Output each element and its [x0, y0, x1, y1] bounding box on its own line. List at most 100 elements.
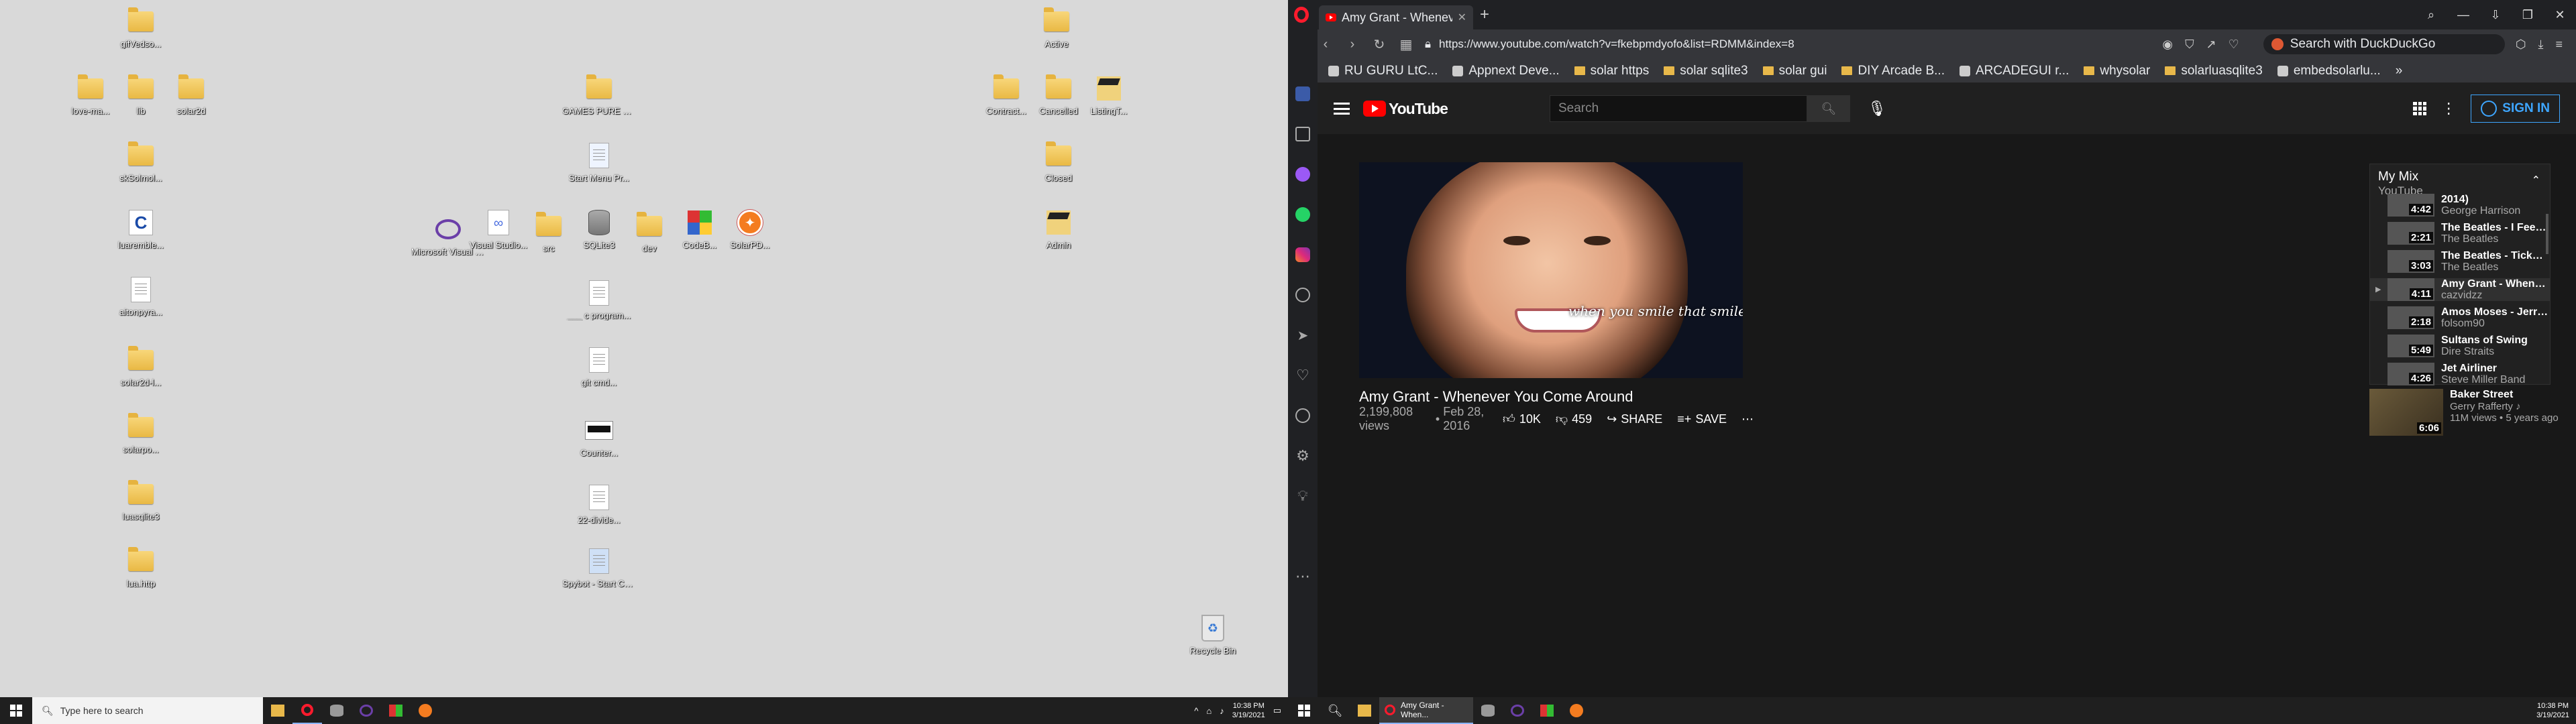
bookmark-item[interactable]: whysolar [2084, 64, 2150, 78]
video-player[interactable]: when you smile that smile [1359, 162, 1743, 378]
chevron-up-icon[interactable]: ⌃ [2532, 174, 2540, 187]
close-window-icon[interactable]: ✕ [2544, 8, 2576, 22]
playlist-header[interactable]: My Mix YouTube ⌃ [2370, 164, 2550, 197]
playlist-item[interactable]: 2:21 The Beatles - I Feel FineThe Beatles [2370, 222, 2550, 245]
desktop-icon[interactable]: ___ c program... [562, 278, 636, 320]
like-button[interactable]: 👍︎ 10K [1503, 412, 1541, 426]
snapshot-icon[interactable]: ⇩ [2479, 8, 2512, 22]
sidebar-favorites[interactable]: ♡ [1288, 355, 1318, 396]
duckduckgo-search[interactable]: Search with DuckDuckGo [2263, 34, 2505, 54]
opera-menu-button[interactable] [1288, 0, 1315, 29]
desktop-icon[interactable]: Start Menu Pr... [562, 141, 636, 183]
notifications-icon[interactable]: ▭ [1273, 705, 1281, 716]
search-tabs-icon[interactable]: ⌕ [2415, 8, 2447, 22]
desktop-icon[interactable]: luasqlite3 [104, 479, 178, 522]
playlist-item[interactable]: 5:49 Sultans of Swing Dire Straits [2370, 335, 2550, 357]
reload-icon[interactable]: ↻ [1371, 36, 1387, 53]
bookmark-item[interactable]: RU GURU LtC... [1328, 64, 1438, 78]
sidebar-messenger[interactable] [1288, 154, 1318, 194]
microphone-icon[interactable]: 🎙︎ [1868, 100, 1886, 117]
taskbar-database[interactable] [322, 697, 352, 724]
sidebar-settings[interactable]: ⚙ [1288, 436, 1318, 476]
bookmark-item[interactable]: solarluasqlite3 [2165, 64, 2263, 78]
desktop-icon[interactable]: ✦ SolarPD... [713, 208, 787, 250]
chevron-up-icon[interactable]: ^ [1194, 706, 1198, 716]
network-icon[interactable]: ⌂ [1206, 706, 1212, 716]
desktop-icon[interactable]: git cmd... [562, 345, 636, 387]
playlist-item[interactable]: 2:18 Amos Moses - Jerry Reedfolsom90 [2370, 306, 2550, 329]
restore-icon[interactable]: ❐ [2512, 8, 2544, 22]
sidebar-tips[interactable]: 💡︎ [1288, 476, 1318, 516]
bookmark-item[interactable]: solar sqlite3 [1664, 64, 1748, 78]
taskbar-opera-window[interactable]: Amy Grant - When... [1379, 697, 1473, 724]
extension-icon[interactable]: ⬡ [2516, 38, 2526, 52]
camera-icon[interactable]: ◉ [2162, 38, 2173, 52]
share-icon[interactable]: ↗ [2206, 38, 2216, 52]
playlist-scrollbar[interactable] [2546, 214, 2548, 254]
forward-icon[interactable]: › [1344, 37, 1360, 52]
taskbar-codeblocks[interactable] [381, 697, 411, 724]
share-button[interactable]: ↪ SHARE [1607, 412, 1662, 426]
sign-in-button[interactable]: SIGN IN [2471, 95, 2560, 123]
youtube-logo[interactable]: YouTube [1363, 100, 1448, 118]
desktop-icon[interactable]: lua.http [104, 546, 178, 589]
desktop-icon[interactable]: solar2d [154, 74, 228, 116]
desktop-icon[interactable]: ♻ Recycle Bin [1176, 613, 1250, 656]
desktop-icon[interactable]: Cluaremble... [104, 208, 178, 250]
desktop-icon[interactable]: solar2d-l... [104, 345, 178, 387]
speed-dial-icon[interactable]: ▦ [1398, 36, 1414, 53]
playlist-item[interactable]: 3:03 The Beatles - Ticket To RideThe Beat… [2370, 250, 2550, 273]
bookmark-item[interactable]: solar https [1574, 64, 1649, 78]
bookmark-item[interactable]: DIY Arcade B... [1841, 64, 1945, 78]
clock[interactable]: 10:38 PM 3/19/2021 [2536, 701, 2569, 720]
taskbar-database[interactable] [1473, 697, 1503, 724]
taskbar-opera[interactable] [292, 697, 322, 724]
sidebar-history[interactable] [1288, 396, 1318, 436]
back-icon[interactable]: ‹ [1318, 37, 1334, 52]
start-button[interactable] [0, 697, 32, 724]
desktop-icon[interactable]: Counter... [562, 416, 636, 458]
taskbar-search[interactable]: 🔍︎ Type here to search [32, 697, 263, 724]
close-tab-icon[interactable]: ✕ [1458, 11, 1466, 24]
taskbar-visual-studio[interactable] [352, 697, 381, 724]
desktop-icon[interactable]: solarpo... [104, 412, 178, 455]
download-icon[interactable]: ⤓ [2538, 38, 2544, 52]
browser-tab[interactable]: Amy Grant - Whenever ✕ [1319, 5, 1473, 29]
playlist-item[interactable]: 4:26 Jet Airliner Steve Miller Band [2370, 363, 2550, 385]
desktop-icon[interactable]: GAMES PURE H... [562, 74, 636, 116]
heart-icon[interactable]: ♡ [2229, 38, 2239, 52]
sidebar-whatsapp[interactable] [1288, 194, 1318, 235]
sidebar-speed-dial[interactable] [1288, 74, 1318, 114]
bookmark-item[interactable]: embedsolarlu... [2277, 64, 2381, 78]
desktop-icon[interactable]: skSolmol... [104, 141, 178, 183]
volume-icon[interactable]: ♪ [1220, 706, 1224, 716]
bookmark-item[interactable]: ARCADEGUI r... [1960, 64, 2069, 78]
taskbar-visual-studio[interactable] [1503, 697, 1532, 724]
recommended-video[interactable]: 6:06 Baker Street Gerry Rafferty ♪ 11M v… [2369, 389, 2571, 436]
desktop-icon[interactable]: Active [1020, 7, 1093, 49]
taskbar-solar[interactable] [411, 697, 440, 724]
clock[interactable]: 10:38 PM 3/19/2021 [1232, 701, 1265, 720]
minimize-icon[interactable]: — [2447, 8, 2479, 22]
taskbar-file-explorer[interactable] [263, 697, 292, 724]
desktop-icon[interactable]: ListingT... [1072, 74, 1146, 116]
taskbar-search-button[interactable]: 🔍︎ [1320, 697, 1350, 724]
taskbar-file-explorer[interactable] [1350, 697, 1379, 724]
playlist-item[interactable]: ▶ 4:11 Amy Grant - Whenever You Come Aroun… [2370, 278, 2550, 301]
shield-icon[interactable]: ⛉ [2185, 38, 2194, 52]
sidebar-more[interactable]: ⋯ [1288, 556, 1318, 597]
desktop-icon[interactable]: gifVedso... [104, 7, 178, 49]
sidebar-news[interactable] [1288, 114, 1318, 154]
url-field[interactable]: 🔒︎ https://www.youtube.com/watch?v=fkebp… [1425, 38, 2151, 51]
new-tab-button[interactable]: + [1473, 5, 1496, 24]
sidebar-instagram[interactable] [1288, 235, 1318, 275]
sidebar-flow[interactable]: ➤ [1288, 315, 1318, 355]
bookmarks-overflow-icon[interactable]: » [2396, 64, 2403, 78]
save-button[interactable]: ≡+ SAVE [1677, 412, 1727, 426]
desktop-icon[interactable]: Spybot - Start Ce... [562, 546, 636, 589]
easy-setup-icon[interactable]: ≡ [2555, 38, 2563, 52]
dislike-button[interactable]: 👎︎ 459 [1556, 412, 1592, 426]
desktop-icon[interactable]: aitonpyra... [104, 275, 178, 317]
taskbar-codeblocks[interactable] [1532, 697, 1562, 724]
bookmark-item[interactable]: solar gui [1762, 64, 1827, 78]
